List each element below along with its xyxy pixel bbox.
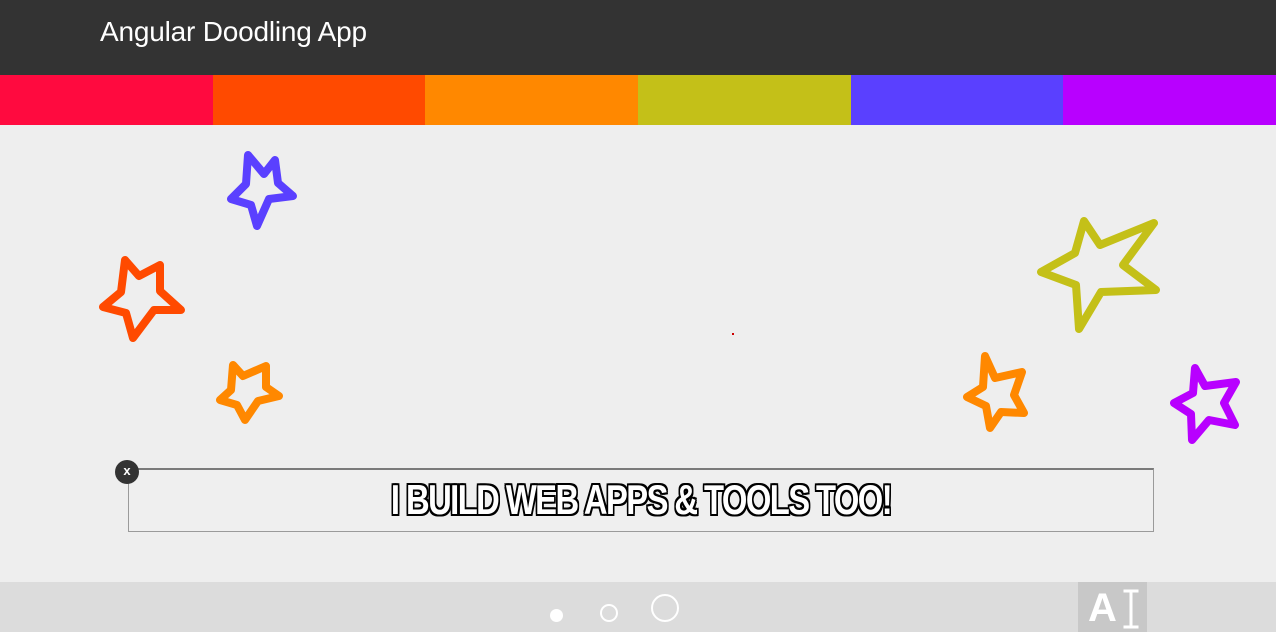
star-orange-left <box>216 361 283 424</box>
brush-size-small[interactable] <box>550 609 563 622</box>
text-box-content[interactable]: I BUILD WEB APPS & TOOLS TOO! <box>242 476 1041 524</box>
app-title: Angular Doodling App <box>100 16 367 47</box>
star-purple <box>1170 364 1240 444</box>
star-blue <box>227 151 297 230</box>
color-palette <box>0 75 1276 125</box>
star-olive <box>1037 217 1160 333</box>
color-swatch-blue[interactable] <box>850 75 1064 125</box>
text-tool-button[interactable]: A <box>1078 582 1147 632</box>
color-swatch-red[interactable] <box>0 75 213 125</box>
star-orange-right <box>963 352 1028 432</box>
brush-size-large[interactable] <box>651 594 679 622</box>
color-swatch-olive[interactable] <box>638 75 851 125</box>
text-cursor-icon <box>1123 589 1139 629</box>
text-box[interactable]: I BUILD WEB APPS & TOOLS TOO! <box>128 468 1154 532</box>
text-tool-label: A <box>1088 586 1117 630</box>
star-red-orange <box>99 256 185 342</box>
app-header: Angular Doodling App <box>0 0 1276 75</box>
brush-size-medium[interactable] <box>600 604 618 622</box>
color-swatch-orange[interactable] <box>425 75 639 125</box>
close-text-box-button[interactable]: x <box>115 460 139 484</box>
color-swatch-red-orange[interactable] <box>212 75 426 125</box>
close-icon: x <box>123 463 131 478</box>
toolbar-footer: A <box>0 582 1276 632</box>
canvas-dot <box>732 333 734 335</box>
color-swatch-purple[interactable] <box>1063 75 1276 125</box>
